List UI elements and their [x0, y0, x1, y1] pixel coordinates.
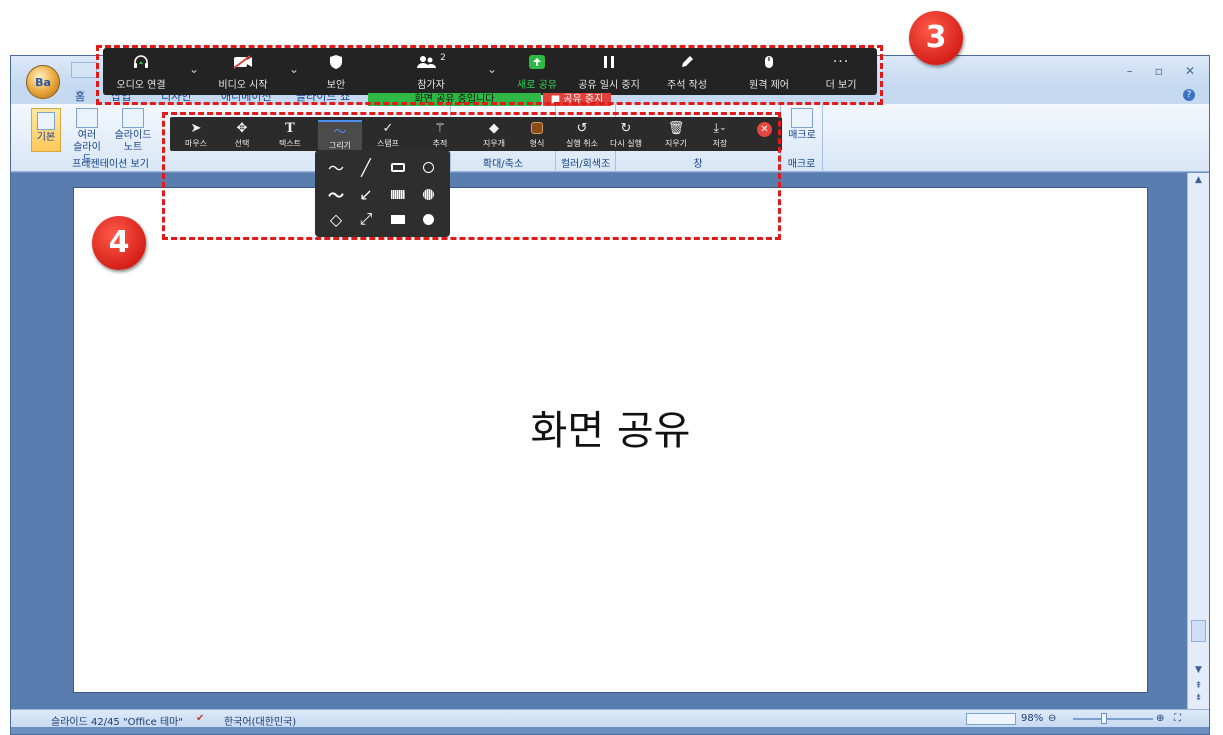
group-label-macro: 매크로 — [787, 159, 816, 170]
slide-work-area: 화면 공유 — [11, 173, 1189, 709]
status-zoom: 98% — [1021, 713, 1044, 724]
minimize-icon[interactable]: – — [1127, 64, 1133, 78]
normal-view-label: 기본 — [36, 132, 56, 143]
slide-canvas[interactable]: 화면 공유 — [73, 187, 1148, 693]
ribbon-group-macro: 매크로 매크로 — [781, 104, 823, 172]
status-language: 한국어(대한민국) — [224, 717, 297, 728]
macro-button[interactable]: 매크로 — [784, 108, 820, 142]
prev-slide-icon[interactable]: ⇞ — [1192, 681, 1205, 693]
macro-label: 매크로 — [788, 130, 816, 141]
status-theme: "Office 테마" — [123, 717, 183, 728]
callout-box-3 — [96, 45, 883, 105]
macro-icon — [791, 108, 813, 128]
fit-window-icon[interactable]: ⛶ — [1174, 713, 1181, 724]
close-icon[interactable]: ✕ — [1185, 64, 1195, 78]
callout-box-4 — [162, 112, 781, 240]
spellcheck-icon[interactable]: ✔ — [196, 713, 204, 724]
notes-page-button[interactable]: 슬라이드 노트 — [111, 108, 155, 154]
slide-title[interactable]: 화면 공유 — [74, 398, 1147, 456]
status-bar: 슬라이드 42/45 "Office 테마" ✔ 한국어(대한민국) 98% ⊖… — [11, 709, 1209, 728]
quick-access-toolbar[interactable] — [71, 62, 97, 78]
help-icon[interactable]: ? — [1183, 89, 1195, 101]
scroll-thumb[interactable] — [1191, 620, 1206, 642]
scroll-up-icon[interactable]: ▲ — [1192, 175, 1205, 187]
notes-page-icon — [122, 108, 144, 128]
vertical-scrollbar[interactable]: ▲ ▼ ⇞ ⇟ — [1187, 173, 1209, 709]
zoom-slider[interactable] — [1073, 718, 1153, 720]
callout-badge-3: 3 — [909, 11, 963, 65]
next-slide-icon[interactable]: ⇟ — [1192, 693, 1205, 705]
slide-sorter-label-1: 여러 — [77, 130, 97, 141]
zoom-in-icon[interactable]: ⊕ — [1156, 713, 1164, 724]
tab-home[interactable]: 홈 — [75, 88, 85, 104]
zoom-out-icon[interactable]: ⊖ — [1048, 713, 1056, 724]
office-button[interactable]: Ba — [26, 65, 60, 99]
status-slide-position: 슬라이드 42/45 — [51, 717, 120, 728]
zoom-slider-thumb[interactable] — [1101, 713, 1107, 724]
slide-sorter-icon — [76, 108, 98, 128]
notes-page-label-1: 슬라이드 — [114, 130, 152, 141]
view-buttons[interactable] — [966, 713, 1016, 725]
normal-view-button[interactable]: 기본 — [31, 108, 61, 152]
window-controls: – ▫ ✕ — [1127, 64, 1195, 78]
callout-badge-4: 4 — [92, 216, 146, 270]
notes-page-label-2: 노트 — [123, 142, 143, 153]
normal-view-icon — [37, 112, 55, 130]
maximize-icon[interactable]: ▫ — [1155, 64, 1163, 78]
scroll-down-icon[interactable]: ▼ — [1192, 665, 1205, 677]
